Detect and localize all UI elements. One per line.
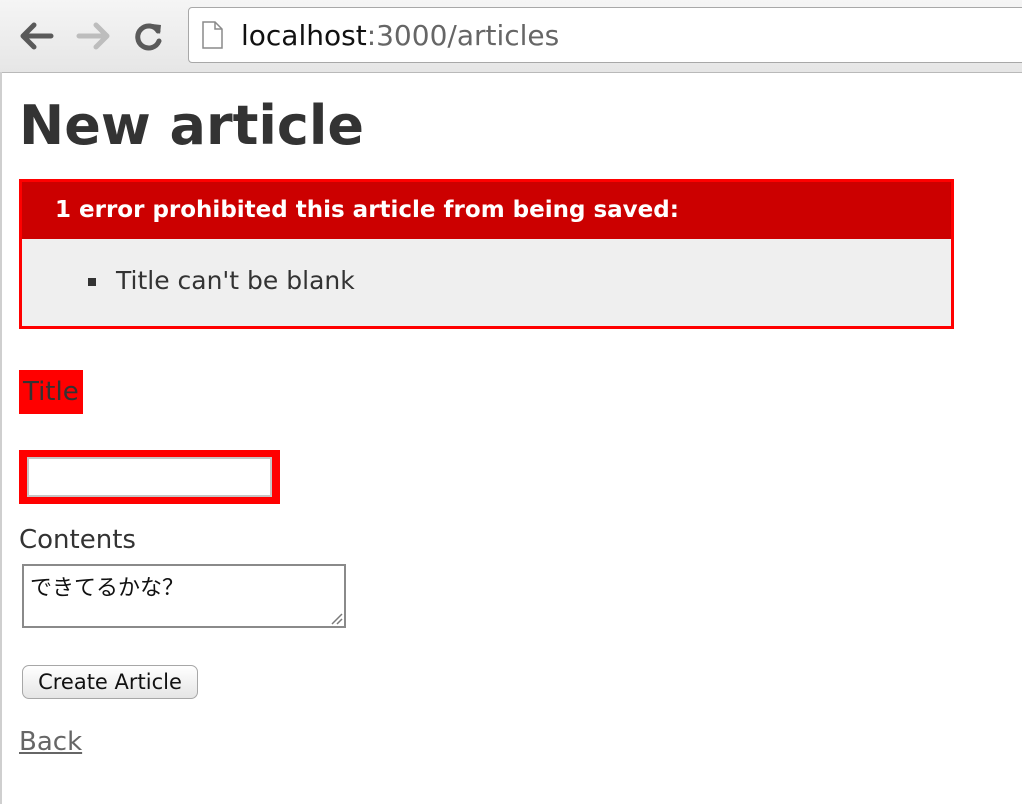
page-title: New article [19, 94, 365, 157]
create-article-button[interactable]: Create Article [22, 665, 198, 699]
back-link[interactable]: Back [19, 727, 82, 757]
title-input[interactable] [27, 457, 272, 497]
back-arrow-icon[interactable] [19, 18, 55, 54]
url-text: localhost:3000/articles [241, 20, 559, 52]
error-item: Title can't be blank [22, 266, 951, 296]
page-icon [201, 21, 223, 53]
error-message: Title can't be blank [116, 266, 355, 295]
window-frame-edge [0, 72, 2, 804]
bullet-icon [88, 278, 96, 286]
resize-grip-icon[interactable] [329, 610, 343, 629]
error-header: 1 error prohibited this article from bei… [22, 182, 951, 239]
contents-textarea[interactable]: できてるかな？ [22, 564, 346, 628]
error-list: Title can't be blank [22, 266, 951, 296]
browser-toolbar: localhost:3000/articles [0, 0, 1022, 73]
contents-label: Contents [19, 525, 136, 555]
address-bar[interactable]: localhost:3000/articles [188, 7, 1022, 63]
url-path: :3000/articles [366, 19, 560, 52]
error-explanation: 1 error prohibited this article from bei… [19, 179, 954, 329]
forward-arrow-icon[interactable] [75, 18, 111, 54]
reload-icon[interactable] [131, 18, 167, 54]
url-host: localhost [241, 19, 367, 52]
title-label-error-wrapper: Title [19, 370, 83, 414]
title-label: Title [23, 377, 79, 407]
title-field-error-wrapper [19, 450, 280, 504]
